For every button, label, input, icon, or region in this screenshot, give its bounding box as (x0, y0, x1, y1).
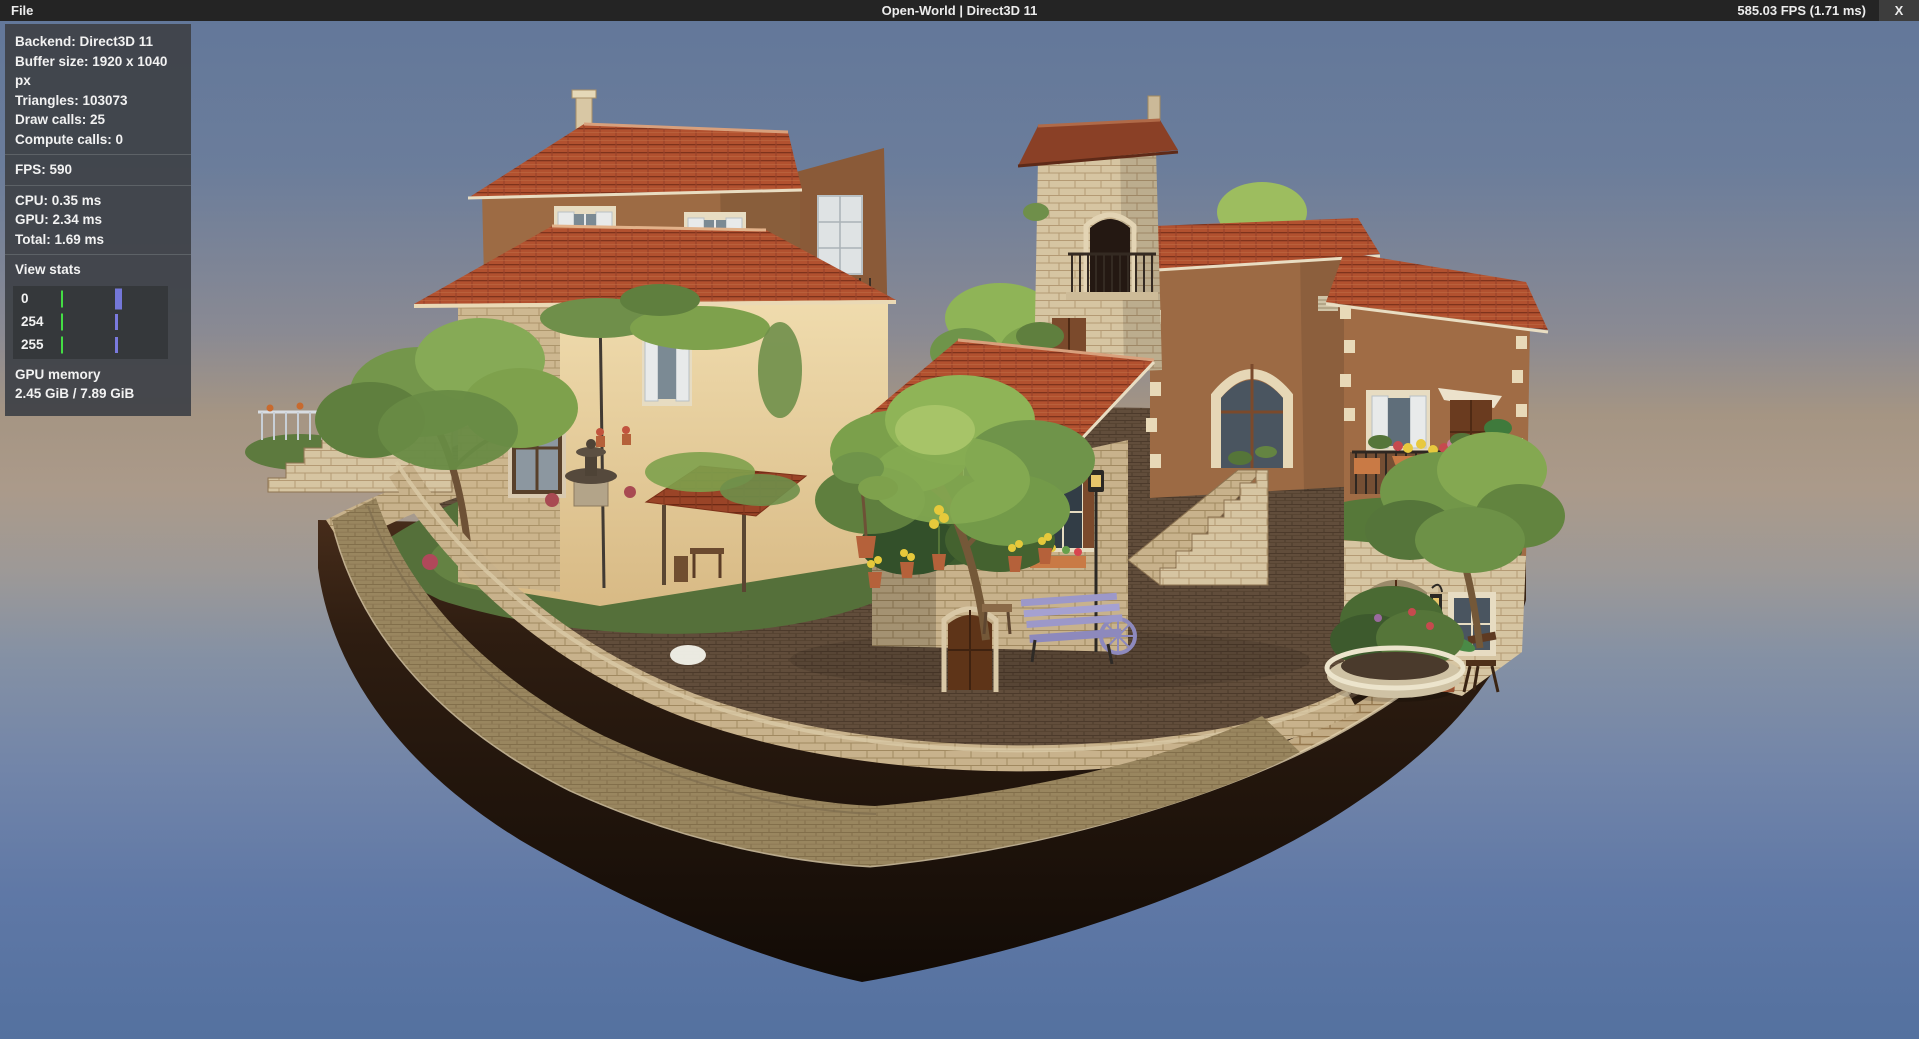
separator (5, 185, 191, 186)
purple-marker (115, 337, 118, 353)
green-marker (61, 337, 63, 354)
histogram-row-label: 0 (21, 289, 29, 309)
stat-draw-calls: Draw calls: 25 (15, 110, 181, 130)
histogram-row-label: 254 (21, 312, 44, 332)
title-bar: File Open-World | Direct3D 11 585.03 FPS… (0, 0, 1919, 21)
stat-triangles: Triangles: 103073 (15, 91, 181, 111)
viewport-3d[interactable] (0, 0, 1919, 1039)
green-marker (61, 291, 63, 308)
stat-total: Total: 1.69 ms (15, 230, 181, 250)
fps-readout: 585.03 FPS (1.71 ms) (1737, 3, 1879, 18)
file-menu[interactable]: File (0, 0, 44, 21)
green-marker (61, 314, 63, 331)
view-stats-histogram: 0 254 255 (13, 286, 168, 359)
separator (5, 154, 191, 155)
stat-fps: FPS: 590 (15, 160, 181, 180)
application-window: { "window": { "title": "Open-World | Dir… (0, 0, 1919, 1039)
histogram-row-label: 255 (21, 335, 44, 355)
stat-buffer-size: Buffer size: 1920 x 1040 px (15, 52, 181, 91)
stone-tower (1016, 96, 1178, 376)
window-title: Open-World | Direct3D 11 (882, 3, 1038, 18)
arched-window (1216, 364, 1288, 468)
separator (5, 254, 191, 255)
histogram-row: 254 (13, 311, 168, 334)
histogram-row: 0 (13, 288, 168, 311)
stat-backend: Backend: Direct3D 11 (15, 32, 181, 52)
gpu-memory-label: GPU memory (15, 365, 181, 385)
histogram-row: 255 (13, 334, 168, 357)
scene-render (0, 0, 1919, 1039)
purple-marker (115, 314, 118, 330)
close-button[interactable]: X (1879, 0, 1919, 21)
stat-compute-calls: Compute calls: 0 (15, 130, 181, 150)
gpu-memory-value: 2.45 GiB / 7.89 GiB (15, 384, 181, 404)
stat-cpu: CPU: 0.35 ms (15, 191, 181, 211)
view-stats-label: View stats (15, 260, 181, 280)
stats-overlay: Backend: Direct3D 11 Buffer size: 1920 x… (5, 24, 191, 416)
purple-marker (115, 289, 122, 310)
stat-gpu: GPU: 2.34 ms (15, 210, 181, 230)
wooden-door (944, 609, 996, 692)
